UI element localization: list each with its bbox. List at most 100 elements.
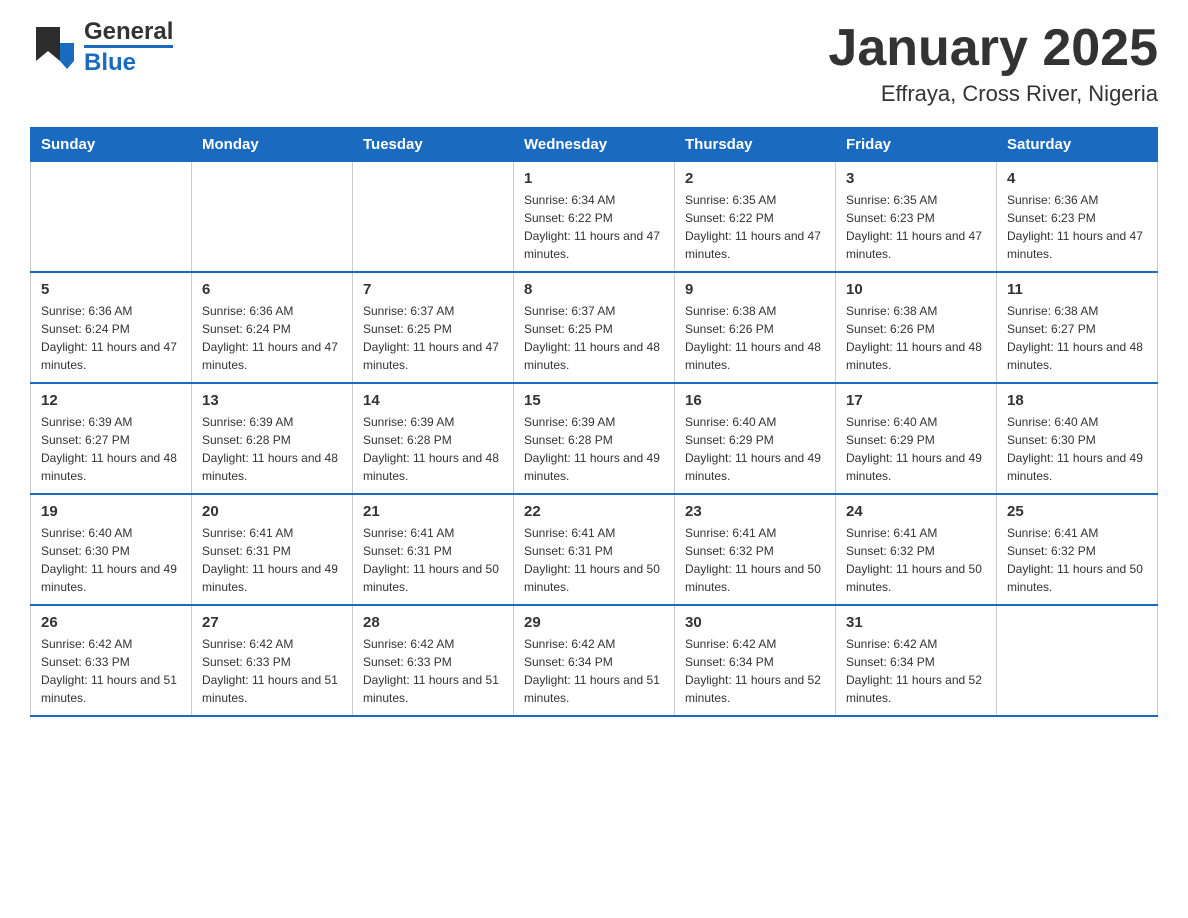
calendar-cell: 28 Sunrise: 6:42 AMSunset: 6:33 PMDayligh… <box>353 605 514 716</box>
day-info: Sunrise: 6:38 AMSunset: 6:26 PMDaylight:… <box>685 302 825 374</box>
month-title: January 2025 <box>828 20 1158 77</box>
col-monday: Monday <box>192 128 353 162</box>
day-number: 24 <box>846 503 986 520</box>
calendar-cell: 3Sunrise: 6:35 AMSunset: 6:23 PMDaylight… <box>836 162 997 273</box>
calendar-cell: 2Sunrise: 6:35 AMSunset: 6:22 PMDaylight… <box>675 162 836 273</box>
day-info: Sunrise: 6:41 AMSunset: 6:32 PMDaylight:… <box>1007 524 1147 596</box>
calendar-cell: 8 Sunrise: 6:37 AMSunset: 6:25 PMDaylight… <box>514 272 675 383</box>
calendar-cell: 24 Sunrise: 6:41 AMSunset: 6:32 PMDayligh… <box>836 494 997 605</box>
day-info: Sunrise: 6:34 AMSunset: 6:22 PMDaylight:… <box>524 191 664 263</box>
col-tuesday: Tuesday <box>353 128 514 162</box>
calendar-cell: 29 Sunrise: 6:42 AMSunset: 6:34 PMDayligh… <box>514 605 675 716</box>
day-number: 13 <box>202 392 342 409</box>
day-number: 4 <box>1007 170 1147 187</box>
day-info: Sunrise: 6:41 AMSunset: 6:32 PMDaylight:… <box>846 524 986 596</box>
day-number: 28 <box>363 614 503 631</box>
day-info: Sunrise: 6:42 AMSunset: 6:33 PMDaylight:… <box>202 635 342 707</box>
day-number: 26 <box>41 614 181 631</box>
calendar-cell: 15 Sunrise: 6:39 AMSunset: 6:28 PMDayligh… <box>514 383 675 494</box>
calendar-body: 1 Sunrise: 6:34 AMSunset: 6:22 PMDaylight… <box>31 162 1158 717</box>
day-number: 29 <box>524 614 664 631</box>
day-number: 3 <box>846 170 986 187</box>
calendar-cell <box>997 605 1158 716</box>
day-info: Sunrise: 6:42 AMSunset: 6:34 PMDaylight:… <box>846 635 986 707</box>
day-info: Sunrise: 6:42 AMSunset: 6:33 PMDaylight:… <box>363 635 503 707</box>
location-title: Effraya, Cross River, Nigeria <box>828 81 1158 107</box>
day-info: Sunrise: 6:41 AMSunset: 6:32 PMDaylight:… <box>685 524 825 596</box>
day-number: 30 <box>685 614 825 631</box>
day-info: Sunrise: 6:39 AMSunset: 6:28 PMDaylight:… <box>524 413 664 485</box>
calendar-cell: 1 Sunrise: 6:34 AMSunset: 6:22 PMDaylight… <box>514 162 675 273</box>
calendar-table: Sunday Monday Tuesday Wednesday Thursday… <box>30 127 1158 717</box>
calendar-cell: 4Sunrise: 6:36 AMSunset: 6:23 PMDaylight… <box>997 162 1158 273</box>
calendar-cell: 31 Sunrise: 6:42 AMSunset: 6:34 PMDayligh… <box>836 605 997 716</box>
calendar-cell <box>31 162 192 273</box>
day-number: 9 <box>685 281 825 298</box>
day-info: Sunrise: 6:41 AMSunset: 6:31 PMDaylight:… <box>202 524 342 596</box>
day-number: 25 <box>1007 503 1147 520</box>
week-row-4: 19 Sunrise: 6:40 AMSunset: 6:30 PMDayligh… <box>31 494 1158 605</box>
day-info: Sunrise: 6:39 AMSunset: 6:27 PMDaylight:… <box>41 413 181 485</box>
day-number: 11 <box>1007 281 1147 298</box>
col-saturday: Saturday <box>997 128 1158 162</box>
day-number: 7 <box>363 281 503 298</box>
calendar-cell: 17 Sunrise: 6:40 AMSunset: 6:29 PMDayligh… <box>836 383 997 494</box>
col-friday: Friday <box>836 128 997 162</box>
day-number: 20 <box>202 503 342 520</box>
days-of-week-row: Sunday Monday Tuesday Wednesday Thursday… <box>31 128 1158 162</box>
calendar-cell: 16Sunrise: 6:40 AMSunset: 6:29 PMDayligh… <box>675 383 836 494</box>
calendar-cell: 19 Sunrise: 6:40 AMSunset: 6:30 PMDayligh… <box>31 494 192 605</box>
page-header: General Blue January 2025 Effraya, Cross… <box>30 20 1158 107</box>
day-number: 19 <box>41 503 181 520</box>
logo-general-text: General <box>84 20 173 44</box>
calendar-cell: 25 Sunrise: 6:41 AMSunset: 6:32 PMDayligh… <box>997 494 1158 605</box>
calendar-header: Sunday Monday Tuesday Wednesday Thursday… <box>31 128 1158 162</box>
day-number: 8 <box>524 281 664 298</box>
day-info: Sunrise: 6:42 AMSunset: 6:33 PMDaylight:… <box>41 635 181 707</box>
calendar-cell: 12 Sunrise: 6:39 AMSunset: 6:27 PMDayligh… <box>31 383 192 494</box>
col-thursday: Thursday <box>675 128 836 162</box>
calendar-cell: 27Sunrise: 6:42 AMSunset: 6:33 PMDayligh… <box>192 605 353 716</box>
day-info: Sunrise: 6:39 AMSunset: 6:28 PMDaylight:… <box>363 413 503 485</box>
week-row-1: 1 Sunrise: 6:34 AMSunset: 6:22 PMDaylight… <box>31 162 1158 273</box>
calendar-cell: 23Sunrise: 6:41 AMSunset: 6:32 PMDayligh… <box>675 494 836 605</box>
day-number: 17 <box>846 392 986 409</box>
calendar-cell: 13 Sunrise: 6:39 AMSunset: 6:28 PMDayligh… <box>192 383 353 494</box>
day-info: Sunrise: 6:40 AMSunset: 6:30 PMDaylight:… <box>41 524 181 596</box>
day-info: Sunrise: 6:36 AMSunset: 6:24 PMDaylight:… <box>41 302 181 374</box>
day-info: Sunrise: 6:37 AMSunset: 6:25 PMDaylight:… <box>524 302 664 374</box>
day-info: Sunrise: 6:39 AMSunset: 6:28 PMDaylight:… <box>202 413 342 485</box>
day-number: 1 <box>524 170 664 187</box>
calendar-cell: 6Sunrise: 6:36 AMSunset: 6:24 PMDaylight… <box>192 272 353 383</box>
day-number: 12 <box>41 392 181 409</box>
day-number: 15 <box>524 392 664 409</box>
calendar-cell: 21Sunrise: 6:41 AMSunset: 6:31 PMDayligh… <box>353 494 514 605</box>
day-number: 31 <box>846 614 986 631</box>
day-info: Sunrise: 6:38 AMSunset: 6:26 PMDaylight:… <box>846 302 986 374</box>
day-number: 5 <box>41 281 181 298</box>
logo-icon <box>30 23 82 75</box>
day-number: 10 <box>846 281 986 298</box>
logo-blue-text: Blue <box>84 45 173 77</box>
day-info: Sunrise: 6:40 AMSunset: 6:29 PMDaylight:… <box>846 413 986 485</box>
week-row-2: 5 Sunrise: 6:36 AMSunset: 6:24 PMDaylight… <box>31 272 1158 383</box>
week-row-3: 12 Sunrise: 6:39 AMSunset: 6:27 PMDayligh… <box>31 383 1158 494</box>
calendar-cell: 5 Sunrise: 6:36 AMSunset: 6:24 PMDaylight… <box>31 272 192 383</box>
day-number: 22 <box>524 503 664 520</box>
calendar-cell: 14Sunrise: 6:39 AMSunset: 6:28 PMDayligh… <box>353 383 514 494</box>
calendar-cell: 26 Sunrise: 6:42 AMSunset: 6:33 PMDayligh… <box>31 605 192 716</box>
day-number: 6 <box>202 281 342 298</box>
calendar-cell: 30 Sunrise: 6:42 AMSunset: 6:34 PMDayligh… <box>675 605 836 716</box>
calendar-cell: 20 Sunrise: 6:41 AMSunset: 6:31 PMDayligh… <box>192 494 353 605</box>
calendar-cell: 10 Sunrise: 6:38 AMSunset: 6:26 PMDayligh… <box>836 272 997 383</box>
day-info: Sunrise: 6:41 AMSunset: 6:31 PMDaylight:… <box>524 524 664 596</box>
col-wednesday: Wednesday <box>514 128 675 162</box>
title-area: January 2025 Effraya, Cross River, Niger… <box>828 20 1158 107</box>
day-info: Sunrise: 6:37 AMSunset: 6:25 PMDaylight:… <box>363 302 503 374</box>
day-info: Sunrise: 6:35 AMSunset: 6:22 PMDaylight:… <box>685 191 825 263</box>
day-number: 18 <box>1007 392 1147 409</box>
day-info: Sunrise: 6:38 AMSunset: 6:27 PMDaylight:… <box>1007 302 1147 374</box>
calendar-cell: 11 Sunrise: 6:38 AMSunset: 6:27 PMDayligh… <box>997 272 1158 383</box>
day-info: Sunrise: 6:42 AMSunset: 6:34 PMDaylight:… <box>524 635 664 707</box>
day-info: Sunrise: 6:42 AMSunset: 6:34 PMDaylight:… <box>685 635 825 707</box>
